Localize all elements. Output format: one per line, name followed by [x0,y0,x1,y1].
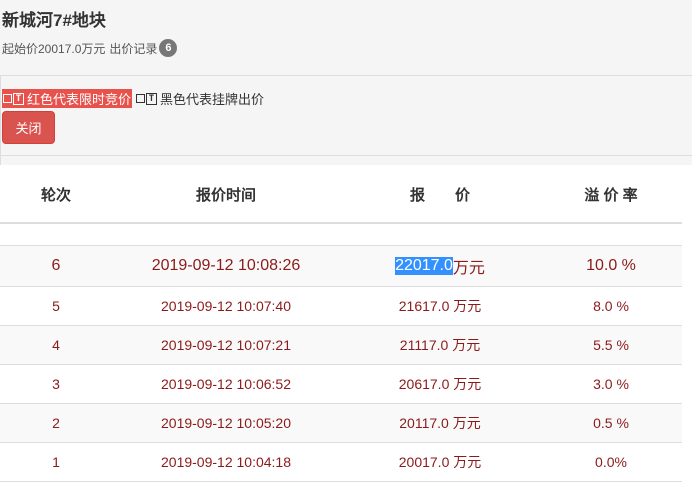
table-row[interactable]: 2 2019-09-12 10:05:20 20117.0 万元 0.5 % [0,404,682,443]
bid-count-badge: 6 [159,39,178,57]
price-cell: 20617.0 万元 [340,365,540,403]
premium-cell: 10.0 % [586,257,636,274]
table-header: 轮次 报价时间 报 价 溢 价 率 [0,165,682,223]
header-divider [0,222,682,224]
info-panel: 新城河7#地块 起始价20017.0万元 出价记录 6 T 红色代表限时竞价 T… [0,0,692,165]
round-cell: 3 [52,376,60,392]
divider [0,155,692,156]
premium-cell: 0.0% [595,454,627,470]
price-unit: 万元 [453,298,482,314]
start-price: 起始价20017.0万元 [2,41,106,56]
page-title: 新城河7#地块 [2,11,106,30]
price-unit: 万元 [452,337,481,353]
text-icon: T [146,92,158,105]
price-value: 20117.0 [399,415,449,431]
price-value: 20617.0 [398,376,450,392]
column-header-premium: 溢 价 率 [584,186,638,204]
premium-cell: 3.0 % [593,376,629,392]
price-cell: 21117.0 万元 [340,326,540,364]
price-unit: 万元 [452,415,481,431]
round-cell: 5 [52,298,60,314]
price-summary: 起始价20017.0万元 出价记录 6 [2,39,178,57]
price-value: 22017.0 [395,257,453,275]
divider [0,75,1,165]
price-value: 20017.0 [398,454,450,470]
premium-cell: 8.0 % [593,298,629,314]
legend-red: T 红色代表限时竞价 [2,89,133,108]
column-header-price: 报 价 [409,186,470,204]
bid-record-link[interactable]: 出价记录 [109,40,157,57]
legend-black-label: 黑色代表挂牌出价 [160,92,265,107]
column-header-time: 报价时间 [195,186,256,204]
column-header-round: 轮次 [40,186,71,204]
divider [0,75,692,76]
text-icon: T [13,92,24,105]
round-cell: 1 [52,454,60,470]
price-value: 21117.0 [399,337,449,353]
price-cell: 21617.0 万元 [340,287,540,325]
time-cell: 2019-09-12 10:07:21 [161,337,291,353]
price-unit: 万元 [453,454,482,470]
price-unit: 万元 [453,376,482,392]
round-cell: 4 [52,337,60,353]
checkbox-icon [136,94,146,103]
table-row[interactable]: 5 2019-09-12 10:07:40 21617.0 万元 8.0 % [0,287,682,326]
table-row[interactable]: 4 2019-09-12 10:07:21 21117.0 万元 5.5 % [0,326,682,365]
close-button[interactable]: 关闭 [2,111,55,144]
round-cell: 2 [52,415,60,431]
table-row[interactable]: 1 2019-09-12 10:04:18 20017.0 万元 0.0% [0,443,682,482]
table-row[interactable]: 6 2019-09-12 10:08:26 22017.0 万元 10.0 % [0,246,682,287]
legend-red-label: 红色代表限时竞价 [27,92,132,107]
time-cell: 2019-09-12 10:08:26 [151,257,301,274]
price-value: 21617.0 [398,298,450,314]
time-cell: 2019-09-12 10:05:20 [161,415,291,431]
price-cell: 20117.0 万元 [340,404,540,442]
price-cell: 22017.0 万元 [340,246,540,286]
round-cell: 6 [51,257,61,274]
time-cell: 2019-09-12 10:07:40 [161,298,291,314]
time-cell: 2019-09-12 10:04:18 [161,454,291,470]
price-unit: 万元 [452,260,485,277]
checkbox-icon [3,94,12,103]
legend-black: T 黑色代表挂牌出价 [136,89,264,108]
table-row[interactable]: 3 2019-09-12 10:06:52 20617.0 万元 3.0 % [0,365,682,404]
time-cell: 2019-09-12 10:06:52 [161,376,291,392]
premium-cell: 5.5 % [593,337,629,353]
legend: T 红色代表限时竞价 T 黑色代表挂牌出价 [2,89,264,108]
price-cell: 20017.0 万元 [340,443,540,481]
premium-cell: 0.5 % [593,415,629,431]
